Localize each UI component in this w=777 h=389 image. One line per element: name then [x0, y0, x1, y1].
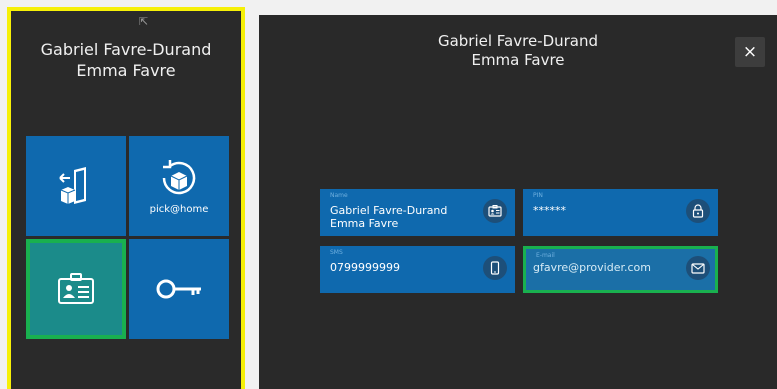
- key-icon: [156, 279, 201, 299]
- lock-icon: [686, 199, 710, 223]
- id-card-icon: [58, 273, 94, 304]
- pin-field-label: PIN: [533, 192, 543, 199]
- sms-field-value: 0799999999: [330, 261, 400, 274]
- close-icon: ×: [742, 42, 758, 62]
- close-button[interactable]: ×: [735, 37, 765, 67]
- customer-detail-panel: Gabriel Favre-Durand Emma Favre × Name G…: [259, 15, 777, 389]
- name-field-value-line1: Gabriel Favre-Durand: [330, 204, 448, 217]
- pin-field[interactable]: PIN ******: [523, 189, 718, 236]
- return-parcel-tile[interactable]: [26, 136, 126, 236]
- name-field[interactable]: Name Gabriel Favre-Durand Emma Favre: [320, 189, 515, 236]
- sms-field-label: SMS: [330, 249, 343, 256]
- name-field-value-line2: Emma Favre: [330, 217, 399, 230]
- pick-at-home-label: pick@home: [149, 203, 209, 215]
- email-field[interactable]: E-mail gfavre@provider.com: [523, 246, 718, 293]
- detail-customer-name: Gabriel Favre-Durand: [437, 32, 599, 50]
- return-parcel-icon: [59, 167, 86, 204]
- customer-name-block: Gabriel Favre-Durand Emma Favre: [11, 39, 241, 81]
- customer-name-secondary: Emma Favre: [76, 61, 176, 80]
- email-field-label: E-mail: [536, 252, 555, 259]
- pick-at-home-icon: [162, 159, 196, 194]
- detail-customer-name-block: Gabriel Favre-Durand Emma Favre: [259, 32, 777, 70]
- mouse-cursor-icon: ⇱: [139, 15, 149, 28]
- id-card-icon: [483, 199, 507, 223]
- name-field-value: Gabriel Favre-Durand Emma Favre: [330, 204, 465, 230]
- left-panel: ⇱ Gabriel Favre-Durand Emma Favre pick@h…: [7, 7, 245, 389]
- envelope-icon: [686, 256, 710, 280]
- key-tile[interactable]: [129, 239, 229, 339]
- identity-card-tile[interactable]: [26, 239, 126, 339]
- detail-customer-name-secondary: Emma Favre: [471, 51, 565, 69]
- phone-icon: [483, 256, 507, 280]
- pin-field-value: ******: [533, 204, 566, 217]
- sms-field[interactable]: SMS 0799999999: [320, 246, 515, 293]
- customer-name: Gabriel Favre-Durand: [40, 40, 212, 59]
- email-field-value: gfavre@provider.com: [533, 261, 651, 274]
- pick-at-home-tile[interactable]: pick@home: [129, 136, 229, 236]
- name-field-label: Name: [330, 192, 348, 199]
